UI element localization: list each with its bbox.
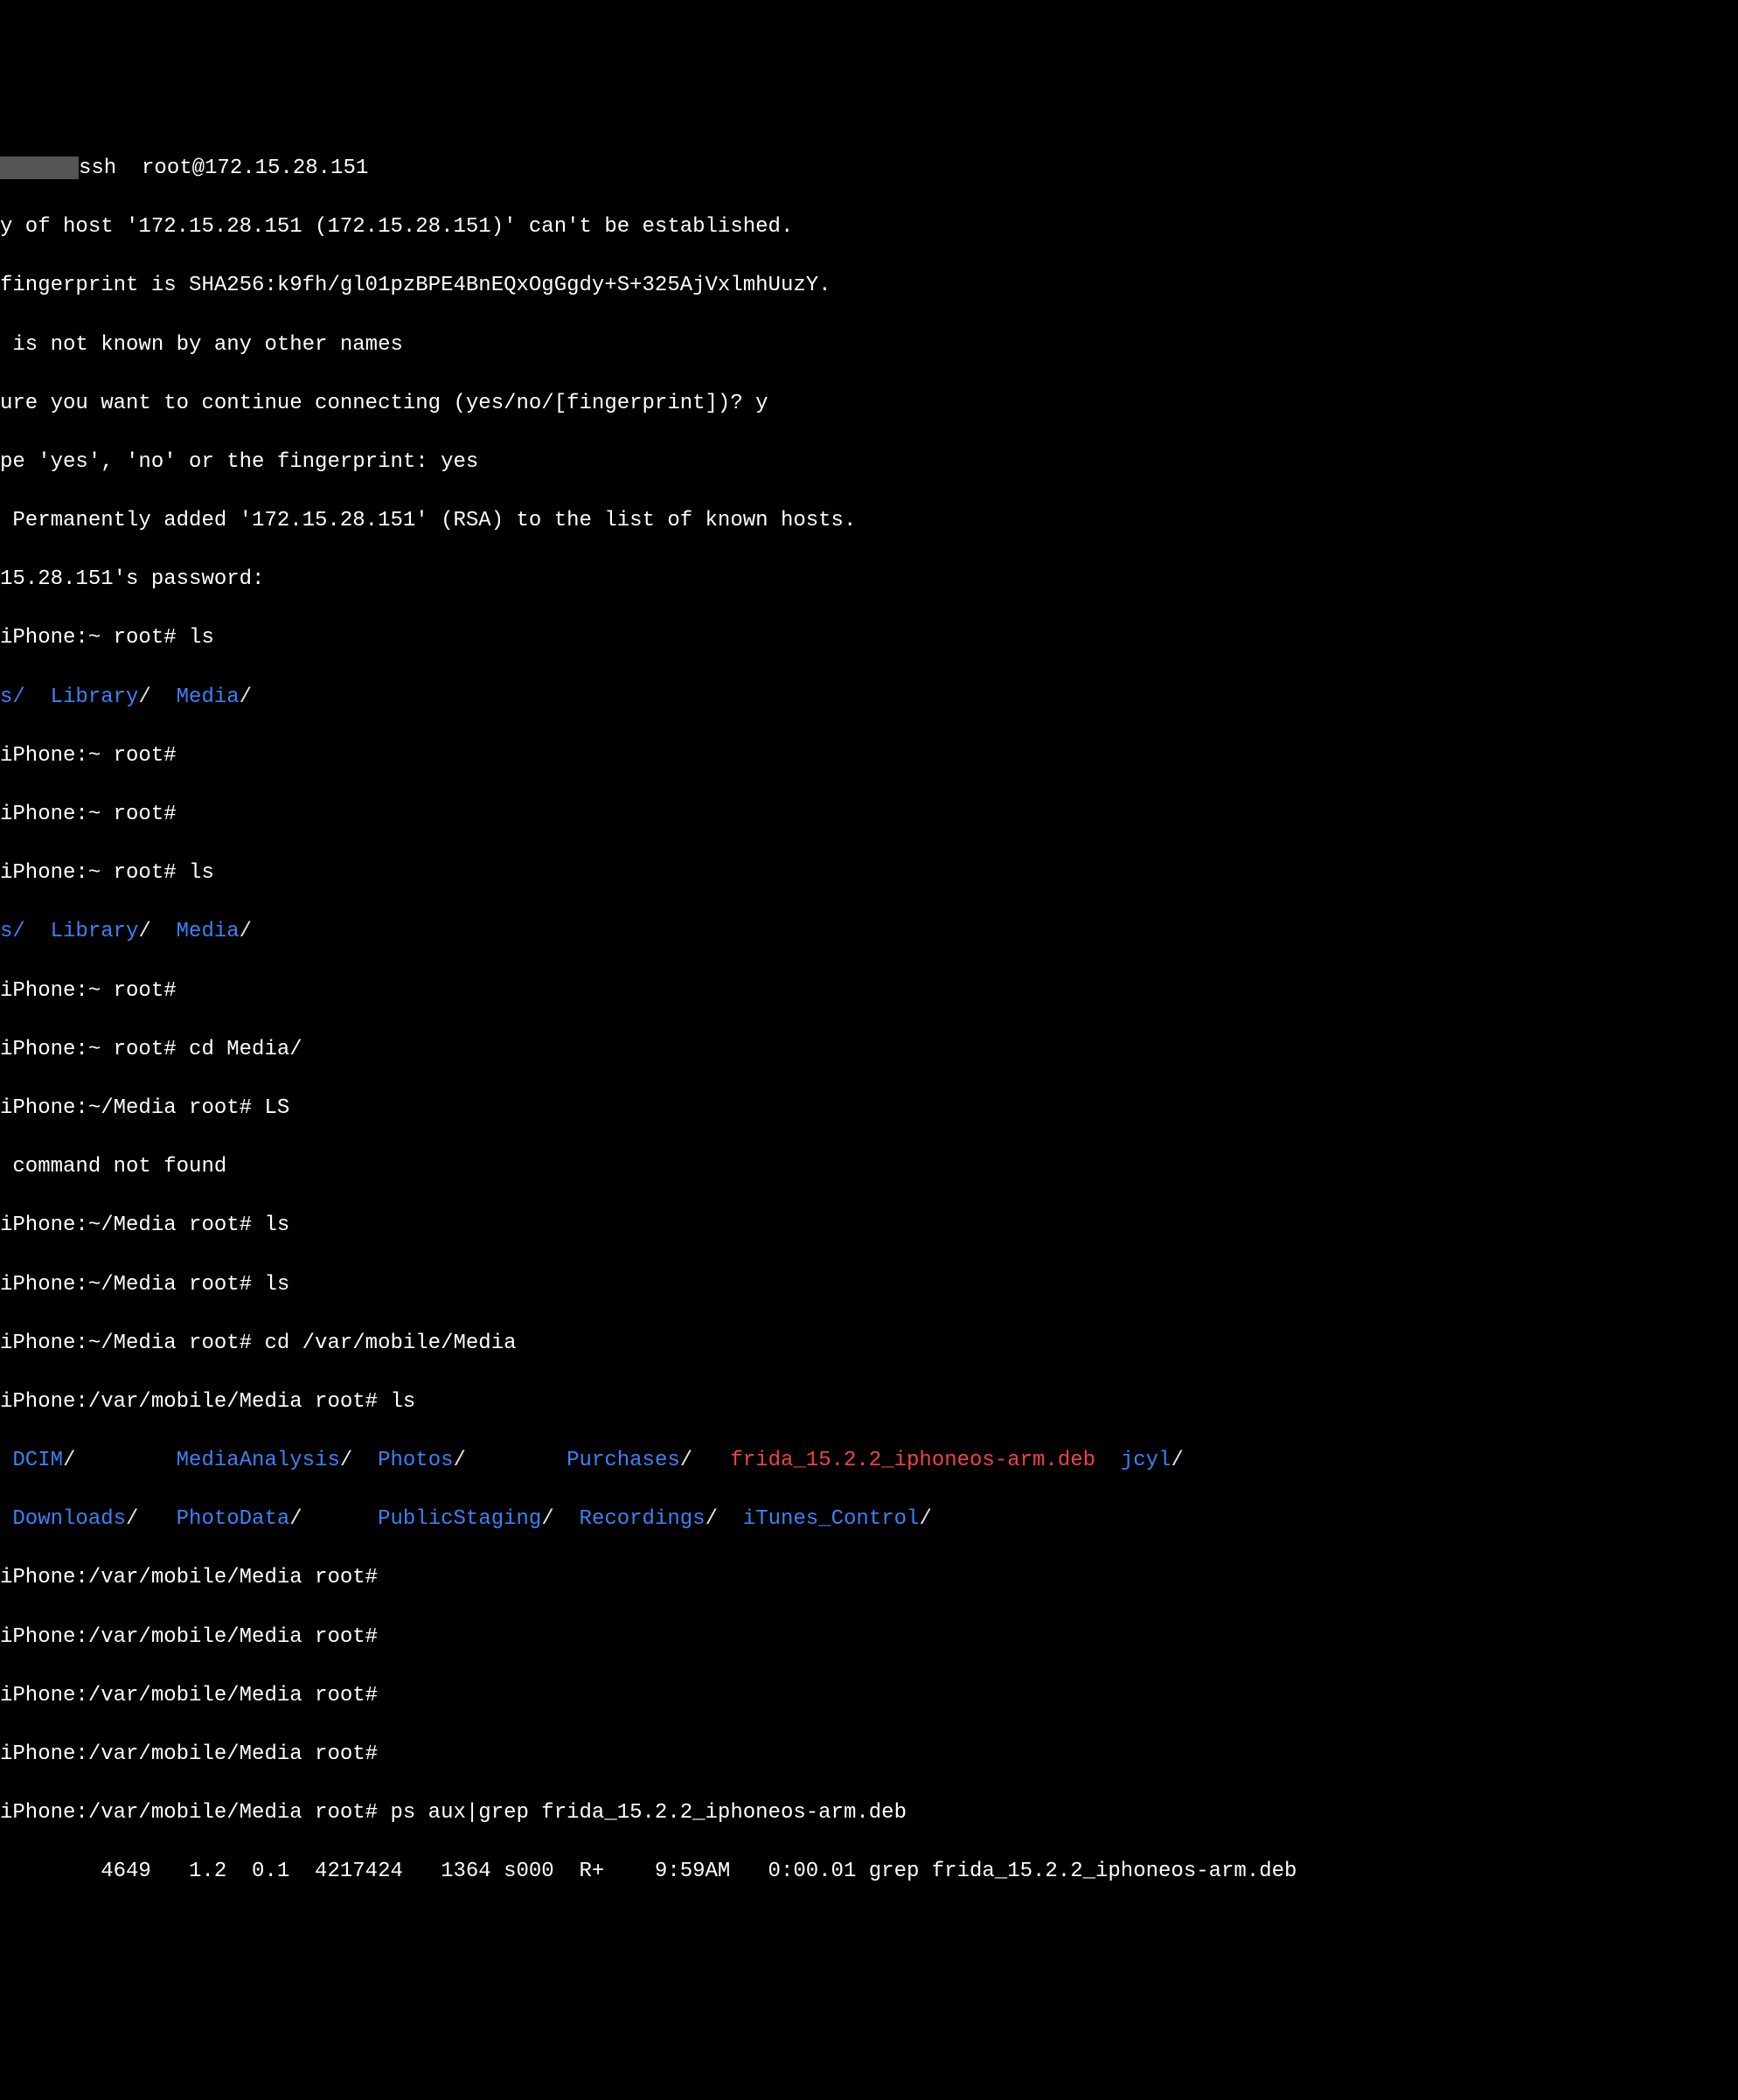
terminal-line: Permanently added '172.15.28.151' (RSA) … bbox=[0, 506, 1738, 536]
dir-partial: s/ bbox=[0, 685, 51, 709]
terminal-line: iPhone:/var/mobile/Media root# ls bbox=[0, 1387, 1738, 1417]
dir-photodata: PhotoData bbox=[177, 1507, 290, 1531]
terminal-line: iPhone:/var/mobile/Media root# ps aux|gr… bbox=[0, 1798, 1738, 1828]
dir-media: Media bbox=[177, 685, 240, 709]
terminal-line: iPhone:~/Media root# ls bbox=[0, 1270, 1738, 1300]
terminal-line: command not found bbox=[0, 1152, 1738, 1182]
terminal-line: iPhone:/var/mobile/Media root# bbox=[0, 1740, 1738, 1770]
terminal-line: DCIM/ MediaAnalysis/ Photos/ Purchases/ … bbox=[0, 1446, 1738, 1476]
dir-purchases: Purchases bbox=[567, 1449, 680, 1472]
dir-partial: s/ bbox=[0, 920, 51, 943]
terminal-line: 15.28.151's password: bbox=[0, 565, 1738, 595]
terminal-line: is not known by any other names bbox=[0, 330, 1738, 360]
terminal-line: iPhone:/var/mobile/Media root# bbox=[0, 1681, 1738, 1711]
dir-library: Library bbox=[51, 920, 139, 943]
dir-jcyl: jcyl bbox=[1121, 1449, 1171, 1472]
dir-library: Library bbox=[51, 685, 139, 709]
terminal-line: iPhone:~ root# ls bbox=[0, 859, 1738, 888]
terminal-line: pe 'yes', 'no' or the fingerprint: yes bbox=[0, 448, 1738, 477]
terminal-line: iPhone:~ root# ls bbox=[0, 623, 1738, 653]
terminal-line: iPhone:~/Media root# LS bbox=[0, 1094, 1738, 1123]
terminal-line: y of host '172.15.28.151 (172.15.28.151)… bbox=[0, 212, 1738, 242]
dir-itunes-control: iTunes_Control bbox=[743, 1507, 920, 1531]
dir-dcim: DCIM bbox=[0, 1449, 63, 1472]
dir-downloads: Downloads bbox=[0, 1507, 126, 1531]
dir-media: Media bbox=[177, 920, 240, 943]
terminal-line: iPhone:/var/mobile/Media root# bbox=[0, 1623, 1738, 1652]
terminal-line: ssh root@172.15.28.151 bbox=[0, 154, 1738, 184]
terminal-line: ure you want to continue connecting (yes… bbox=[0, 389, 1738, 419]
dir-publicstaging: PublicStaging bbox=[378, 1507, 541, 1531]
terminal-line: s/ Library/ Media/ bbox=[0, 917, 1738, 947]
terminal-line: s/ Library/ Media/ bbox=[0, 683, 1738, 713]
terminal-line: iPhone:~ root# bbox=[0, 741, 1738, 771]
terminal-output[interactable]: ssh root@172.15.28.151 y of host '172.15… bbox=[0, 124, 1738, 1916]
terminal-line: iPhone:~ root# bbox=[0, 977, 1738, 1006]
terminal-line: iPhone:/var/mobile/Media root# bbox=[0, 1563, 1738, 1593]
dir-recordings: Recordings bbox=[580, 1507, 706, 1531]
dir-media-analysis: MediaAnalysis bbox=[177, 1449, 340, 1472]
file-frida-deb: frida_15.2.2_iphoneos-arm.deb bbox=[730, 1449, 1095, 1472]
dir-photos: Photos bbox=[378, 1449, 453, 1472]
redacted-block bbox=[0, 156, 79, 179]
terminal-line: iPhone:~/Media root# ls bbox=[0, 1211, 1738, 1241]
terminal-line: iPhone:~ root# bbox=[0, 800, 1738, 830]
terminal-line: 4649 1.2 0.1 4217424 1364 s000 R+ 9:59AM… bbox=[0, 1857, 1738, 1887]
terminal-line: iPhone:~/Media root# cd /var/mobile/Medi… bbox=[0, 1329, 1738, 1359]
terminal-line: fingerprint is SHA256:k9fh/gl01pzBPE4BnE… bbox=[0, 271, 1738, 301]
terminal-line: Downloads/ PhotoData/ PublicStaging/ Rec… bbox=[0, 1505, 1738, 1534]
